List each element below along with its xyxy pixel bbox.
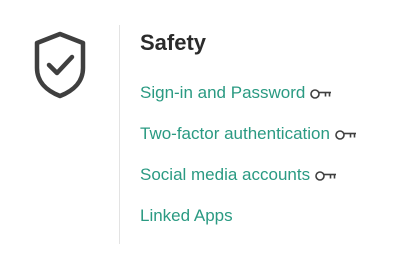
link-label[interactable]: Sign-in and Password bbox=[140, 81, 305, 105]
key-icon bbox=[310, 87, 332, 99]
link-label[interactable]: Two-factor authentication bbox=[140, 122, 330, 146]
safety-links-list: Sign-in and Password Two-factor authenti… bbox=[140, 81, 357, 245]
section-title: Safety bbox=[140, 30, 207, 55]
link-sign-in-and-password[interactable]: Sign-in and Password bbox=[140, 81, 357, 105]
link-two-factor-authentication[interactable]: Two-factor authentication bbox=[140, 122, 357, 146]
link-label[interactable]: Linked Apps bbox=[140, 204, 233, 228]
vertical-divider bbox=[119, 25, 120, 244]
link-label[interactable]: Social media accounts bbox=[140, 163, 310, 187]
link-linked-apps[interactable]: Linked Apps bbox=[140, 204, 357, 228]
link-social-media-accounts[interactable]: Social media accounts bbox=[140, 163, 357, 187]
key-icon bbox=[315, 169, 337, 181]
key-icon bbox=[335, 128, 357, 140]
shield-check-icon bbox=[33, 30, 87, 100]
